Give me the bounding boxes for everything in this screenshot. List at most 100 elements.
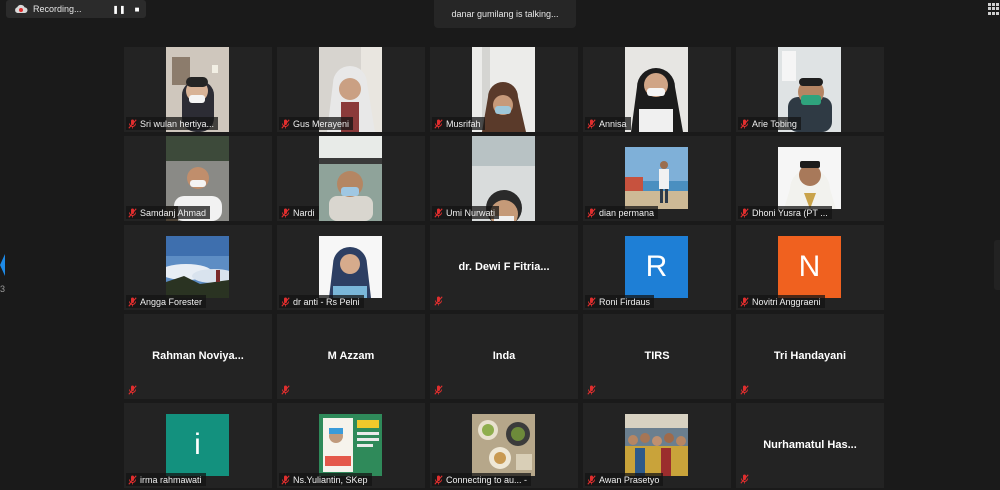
muted-mic-icon xyxy=(281,385,290,395)
participant-tile[interactable]: Connecting to au... - xyxy=(430,403,578,488)
participant-display-name: M Azzam xyxy=(327,350,375,362)
previous-page-arrow-icon[interactable] xyxy=(0,254,5,276)
participant-display-name: Inda xyxy=(492,350,516,362)
recording-indicator: Recording... ❚❚ ■ xyxy=(6,0,146,18)
participant-tile[interactable]: Nardi xyxy=(277,136,425,221)
participant-tile[interactable]: Rahman Noviya... xyxy=(124,314,272,399)
muted-mic-icon xyxy=(281,474,290,485)
participant-gallery: Sri wulan hertiya... Gus Merayeni Musrif… xyxy=(124,47,884,488)
participant-name-label: irma rahmawati xyxy=(126,473,206,486)
muted-mic-icon xyxy=(434,207,443,218)
pause-recording-button[interactable]: ❚❚ xyxy=(110,0,128,18)
muted-mic-icon xyxy=(434,474,443,485)
muted-mic-icon xyxy=(128,296,137,307)
participant-tile[interactable]: N Novitri Anggraeni xyxy=(736,225,884,310)
participant-name-label: Musrifah xyxy=(432,117,485,130)
gallery-view-icon[interactable] xyxy=(988,3,1000,15)
muted-mic-icon xyxy=(587,474,596,485)
participant-name: dr anti - Rs Pelni xyxy=(293,296,360,307)
participant-name: Annisa xyxy=(599,118,627,129)
participant-tile[interactable]: Nurhamatul Has... xyxy=(736,403,884,488)
participant-name-label: Connecting to au... - xyxy=(432,473,532,486)
participant-tile[interactable]: Inda xyxy=(430,314,578,399)
participant-name: Roni Firdaus xyxy=(599,296,651,307)
participant-name-label: Roni Firdaus xyxy=(585,295,655,308)
muted-mic-icon xyxy=(128,207,137,218)
participant-name-label: Sri wulan hertiya... xyxy=(126,117,219,130)
participant-name-label: Gus Merayeni xyxy=(279,117,354,130)
participant-display-name: Nurhamatul Has... xyxy=(763,439,857,451)
participant-tile[interactable]: Annisa xyxy=(583,47,731,132)
muted-mic-icon xyxy=(281,118,290,129)
participant-display-name: Tri Handayani xyxy=(773,350,847,362)
participant-video xyxy=(166,236,229,298)
page-indicator: 3 xyxy=(0,284,6,294)
participant-tile[interactable]: dr. Dewi F Fitria... xyxy=(430,225,578,310)
participant-name-label: Angga Forester xyxy=(126,295,207,308)
participant-name-label: Ns.Yuliantin, SKep xyxy=(279,473,372,486)
participant-name: Awan Prasetyo xyxy=(599,474,660,485)
participant-tile[interactable]: Samdanj Ahmad xyxy=(124,136,272,221)
muted-mic-icon xyxy=(434,385,443,395)
participant-display-name: TIRS xyxy=(644,350,670,362)
participant-name: Nardi xyxy=(293,207,315,218)
participant-tile[interactable]: dr anti - Rs Pelni xyxy=(277,225,425,310)
participant-name: irma rahmawati xyxy=(140,474,202,485)
participant-tile[interactable]: Dhoni Yusra (PT ... xyxy=(736,136,884,221)
participant-tile[interactable]: Sri wulan hertiya... xyxy=(124,47,272,132)
participant-name-label: Awan Prasetyo xyxy=(585,473,664,486)
participant-video xyxy=(319,414,382,476)
next-page-handle[interactable] xyxy=(994,240,1000,290)
stop-recording-button[interactable]: ■ xyxy=(128,0,146,18)
muted-mic-icon xyxy=(587,207,596,218)
participant-name-label: dr anti - Rs Pelni xyxy=(279,295,364,308)
participant-name-label: Dhoni Yusra (PT ... xyxy=(738,206,832,219)
participant-tile[interactable]: i irma rahmawati xyxy=(124,403,272,488)
participant-tile[interactable]: TIRS xyxy=(583,314,731,399)
participant-tile[interactable]: Ns.Yuliantin, SKep xyxy=(277,403,425,488)
muted-mic-icon xyxy=(281,207,290,218)
active-speaker-indicator: danar gumilang is talking... xyxy=(434,0,576,28)
participant-name: dian permana xyxy=(599,207,655,218)
participant-tile[interactable]: Tri Handayani xyxy=(736,314,884,399)
participant-video xyxy=(319,236,382,298)
participant-video xyxy=(625,414,688,476)
participant-tile[interactable]: M Azzam xyxy=(277,314,425,399)
participant-video xyxy=(472,414,535,476)
participant-video xyxy=(319,136,382,221)
muted-mic-icon xyxy=(128,385,137,395)
participant-avatar: N xyxy=(778,236,841,298)
participant-tile[interactable]: Musrifah xyxy=(430,47,578,132)
participant-tile[interactable]: dian permana xyxy=(583,136,731,221)
muted-mic-icon xyxy=(587,118,596,129)
participant-tile[interactable]: Awan Prasetyo xyxy=(583,403,731,488)
participant-name: Arie Tobing xyxy=(752,118,797,129)
participant-name: Gus Merayeni xyxy=(293,118,350,129)
participant-name: Samdanj Ahmad xyxy=(140,207,207,218)
muted-mic-icon xyxy=(740,296,749,307)
participant-avatar: i xyxy=(166,414,229,476)
participant-name: Umi Nurwati xyxy=(446,207,496,218)
participant-name-label: Samdanj Ahmad xyxy=(126,206,211,219)
recording-label: Recording... xyxy=(33,4,82,14)
participant-name-label: Annisa xyxy=(585,117,631,130)
participant-tile[interactable]: Gus Merayeni xyxy=(277,47,425,132)
participant-tile[interactable]: Angga Forester xyxy=(124,225,272,310)
muted-mic-icon xyxy=(434,118,443,129)
muted-mic-icon xyxy=(587,385,596,395)
participant-video xyxy=(625,147,688,209)
participant-name: Angga Forester xyxy=(140,296,203,307)
participant-name-label: Umi Nurwati xyxy=(432,206,500,219)
muted-mic-icon xyxy=(434,296,443,306)
muted-mic-icon xyxy=(587,296,596,307)
muted-mic-icon xyxy=(128,118,137,129)
participant-name: Sri wulan hertiya... xyxy=(140,118,215,129)
participant-tile[interactable]: Arie Tobing xyxy=(736,47,884,132)
participant-tile[interactable]: Umi Nurwati xyxy=(430,136,578,221)
participant-name: Ns.Yuliantin, SKep xyxy=(293,474,368,485)
participant-name: Connecting to au... - xyxy=(446,474,528,485)
participant-name-label: dian permana xyxy=(585,206,659,219)
participant-tile[interactable]: R Roni Firdaus xyxy=(583,225,731,310)
muted-mic-icon xyxy=(740,207,749,218)
participant-video xyxy=(625,47,688,132)
